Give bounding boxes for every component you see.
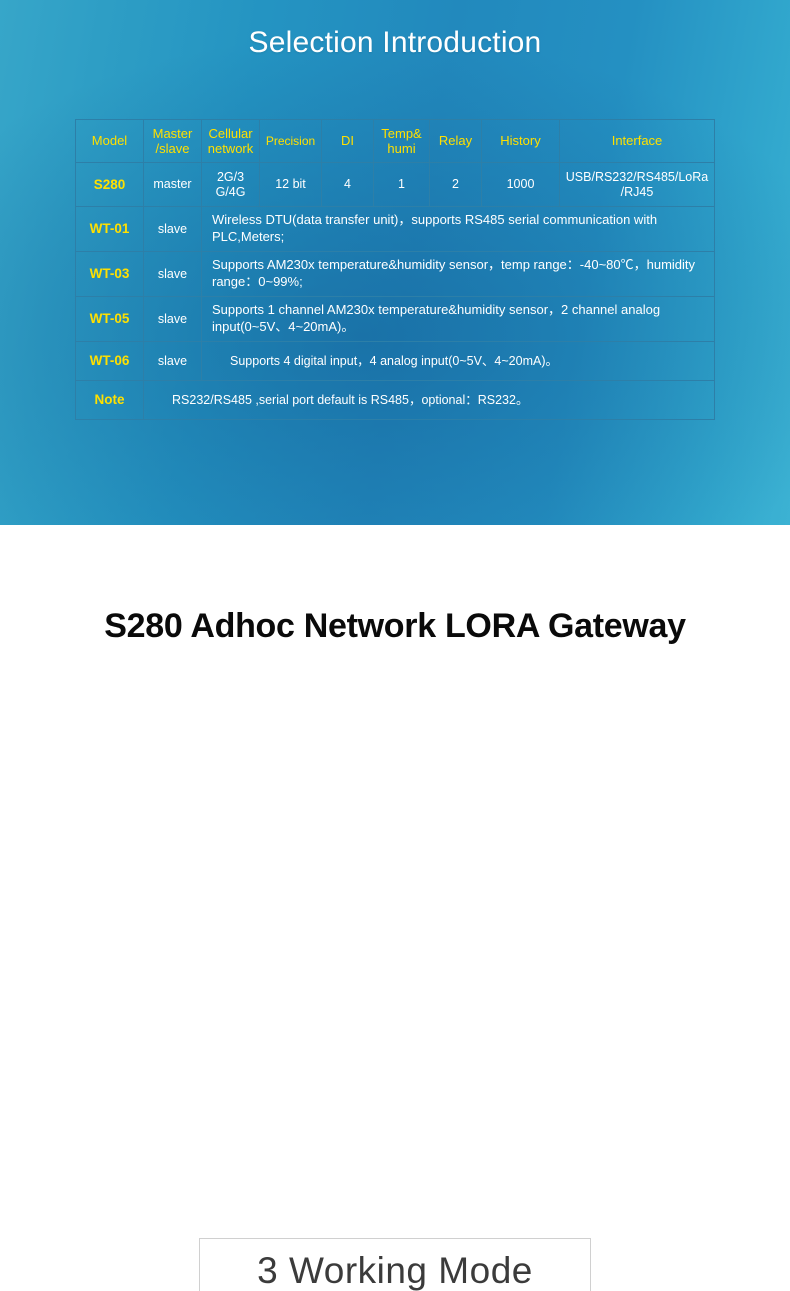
cell-master-slave: slave (143, 206, 202, 252)
working-mode-label: 3 Working Mode (257, 1249, 533, 1291)
th-master-slave-line1: Master (152, 125, 193, 141)
th-master-slave: Master /slave (143, 119, 202, 163)
th-precision: Precision (259, 119, 322, 163)
cell-master-slave: slave (143, 296, 202, 342)
cell-cellular: 2G/3 G/4G (201, 162, 260, 207)
cell-model: Note (75, 380, 144, 420)
cell-cellular-line2: G/4G (215, 184, 246, 199)
th-history: History (481, 119, 560, 163)
cell-interface-line2: /RJ45 (620, 184, 654, 199)
page-title: Selection Introduction (248, 26, 542, 59)
cell-model: WT-03 (75, 251, 144, 297)
cell-di: 4 (321, 162, 374, 207)
th-di: DI (321, 119, 374, 163)
th-temp-humi: Temp& humi (373, 119, 430, 163)
top-blue-section: Selection Introduction Model Master /sla… (0, 0, 790, 525)
th-interface: Interface (559, 119, 715, 163)
product-title: S280 Adhoc Network LORA Gateway (104, 607, 686, 645)
cell-temp-humi: 1 (373, 162, 430, 207)
th-cellular-line1: Cellular (208, 125, 253, 141)
spec-table: Model Master /slave Cellular network Pre… (75, 119, 715, 420)
cell-model: WT-01 (75, 206, 144, 252)
cell-description: Supports 1 channel AM230x temperature&hu… (201, 296, 715, 342)
cell-model: WT-06 (75, 341, 144, 381)
cell-relay: 2 (429, 162, 482, 207)
cell-description: Supports AM230x temperature&humidity sen… (201, 251, 715, 297)
cell-master-slave: slave (143, 341, 202, 381)
cell-master-slave: master (143, 162, 202, 207)
table-row-wt05: WT-05 slave Supports 1 channel AM230x te… (75, 296, 715, 342)
white-content-section: S280 Adhoc Network LORA Gateway 3 Workin… (0, 525, 790, 1291)
th-cellular-line2: network (207, 141, 254, 156)
cell-cellular-line1: 2G/3 (216, 169, 245, 184)
table-row-wt01: WT-01 slave Wireless DTU(data transfer u… (75, 206, 715, 252)
cell-description: Wireless DTU(data transfer unit)，support… (201, 206, 715, 252)
cell-model: WT-05 (75, 296, 144, 342)
table-header-row: Model Master /slave Cellular network Pre… (75, 119, 715, 163)
cell-precision: 12 bit (259, 162, 322, 207)
th-relay: Relay (429, 119, 482, 163)
cell-interface: USB/RS232/RS485/LoRa /RJ45 (559, 162, 715, 207)
th-master-slave-line2: /slave (155, 141, 190, 156)
cell-interface-line1: USB/RS232/RS485/LoRa (565, 169, 709, 184)
table-row-wt06: WT-06 slave Supports 4 digital input，4 a… (75, 341, 715, 381)
cell-model: S280 (75, 162, 144, 207)
th-temp-line1: Temp& (381, 125, 422, 141)
th-model: Model (75, 119, 144, 163)
table-row-wt03: WT-03 slave Supports AM230x temperature&… (75, 251, 715, 297)
cell-history: 1000 (481, 162, 560, 207)
cell-master-slave: slave (143, 251, 202, 297)
table-row-note: Note RS232/RS485 ,serial port default is… (75, 380, 715, 420)
cell-description: Supports 4 digital input，4 analog input(… (201, 341, 715, 381)
cell-description: RS232/RS485 ,serial port default is RS48… (143, 380, 715, 420)
th-cellular-network: Cellular network (201, 119, 260, 163)
table-row-s280: S280 master 2G/3 G/4G 12 bit 4 1 2 1000 … (75, 162, 715, 207)
th-temp-line2: humi (387, 141, 416, 156)
working-mode-box: 3 Working Mode (199, 1238, 591, 1291)
